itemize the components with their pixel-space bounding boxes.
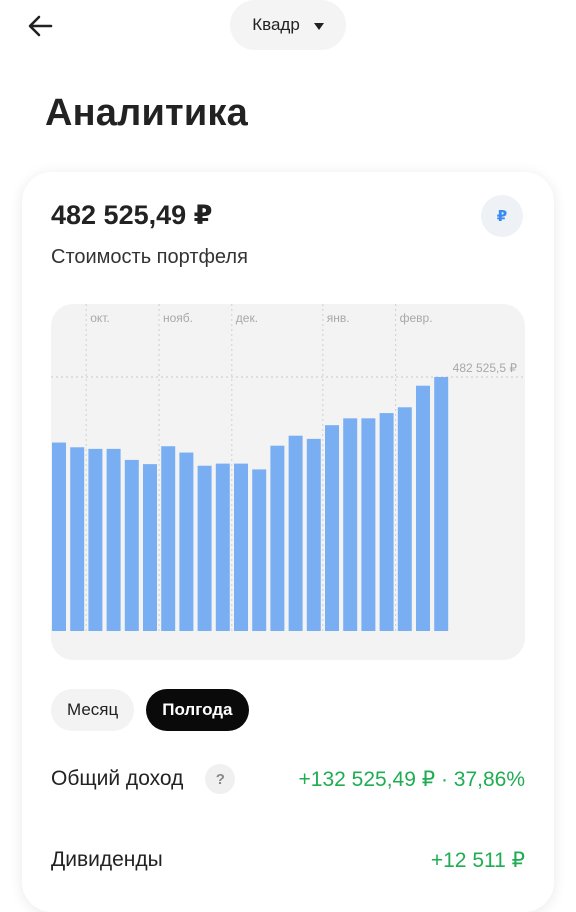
chart-bar[interactable] bbox=[379, 413, 394, 631]
chart-bar[interactable] bbox=[70, 447, 85, 631]
chart-bar[interactable] bbox=[106, 448, 121, 631]
chart-bar[interactable] bbox=[88, 448, 103, 631]
tab-halfyear[interactable]: Полгода bbox=[146, 689, 249, 731]
top-bar: Квадр bbox=[0, 0, 576, 52]
chart-bar[interactable] bbox=[179, 452, 194, 631]
chart-bar[interactable] bbox=[124, 459, 139, 631]
chart-bar[interactable] bbox=[270, 445, 285, 631]
chart-bar[interactable] bbox=[343, 418, 358, 631]
tab-month[interactable]: Месяц bbox=[51, 689, 135, 731]
back-button[interactable] bbox=[22, 8, 58, 44]
month-label: февр. bbox=[400, 311, 433, 325]
chart-bar[interactable] bbox=[325, 425, 339, 631]
dividends-row: Дивиденды +12 511 ₽ bbox=[51, 842, 525, 878]
help-button[interactable]: ? bbox=[205, 764, 236, 794]
portfolio-chart[interactable]: окт. нояб. дек. янв. февр. 482 525,5 ₽ bbox=[51, 304, 525, 660]
total-income-row: Общий доход ? +132 525,49 ₽ · 37,86% bbox=[51, 761, 525, 797]
portfolio-card: 482 525,49 ₽ Стоимость портфеля ₽ окт. но… bbox=[22, 172, 554, 912]
chart-bar[interactable] bbox=[215, 463, 230, 631]
month-label: янв. bbox=[327, 311, 350, 325]
total-income-value: +132 525,49 ₽ · 37,86% bbox=[298, 767, 525, 791]
chart-svg: окт. нояб. дек. янв. февр. 482 525,5 ₽ bbox=[51, 304, 525, 631]
chart-bar[interactable] bbox=[306, 438, 321, 631]
page-title: Аналитика bbox=[45, 92, 248, 134]
account-selector[interactable]: Квадр bbox=[230, 0, 346, 50]
month-label: дек. bbox=[236, 311, 258, 325]
question-icon: ? bbox=[215, 770, 225, 788]
dividends-label: Дивиденды bbox=[51, 848, 163, 871]
chart-bar[interactable] bbox=[52, 442, 66, 631]
portfolio-value: 482 525,49 ₽ bbox=[51, 200, 213, 230]
chart-bar[interactable] bbox=[252, 469, 267, 631]
period-tabs: Месяц Полгода bbox=[51, 689, 249, 731]
chart-bar[interactable] bbox=[143, 464, 157, 631]
month-label: нояб. bbox=[163, 311, 193, 325]
portfolio-value-label: Стоимость портфеля bbox=[51, 246, 248, 268]
total-income-label: Общий доход bbox=[51, 767, 184, 790]
chart-bar[interactable] bbox=[361, 418, 376, 631]
arrow-left-icon bbox=[28, 15, 53, 37]
dividends-value: +12 511 ₽ bbox=[430, 848, 525, 872]
reference-label: 482 525,5 ₽ bbox=[453, 361, 518, 375]
currency-button[interactable]: ₽ bbox=[481, 195, 523, 237]
ruble-icon: ₽ bbox=[496, 208, 508, 225]
account-label: Квадр bbox=[252, 15, 300, 34]
chart-bar[interactable] bbox=[434, 377, 449, 631]
chart-bar[interactable] bbox=[161, 446, 176, 631]
chart-bar[interactable] bbox=[416, 385, 430, 631]
chart-bar[interactable] bbox=[288, 435, 303, 631]
chart-bar[interactable] bbox=[397, 407, 412, 631]
caret-down-icon bbox=[313, 22, 324, 30]
chart-bar[interactable] bbox=[197, 465, 212, 631]
chart-bar[interactable] bbox=[234, 463, 248, 631]
month-label: окт. bbox=[90, 311, 110, 325]
